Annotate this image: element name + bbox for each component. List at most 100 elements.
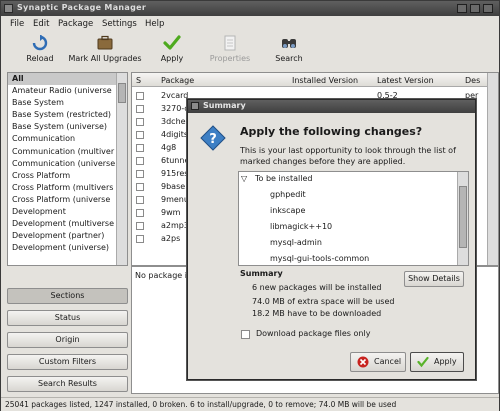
sections-button[interactable]: Sections <box>7 288 128 304</box>
checkmark-icon <box>163 35 181 50</box>
download-only-checkbox[interactable] <box>241 330 250 339</box>
mark-all-upgrades-label: Mark All Upgrades <box>68 54 142 63</box>
package-checkbox[interactable] <box>136 170 144 178</box>
column-installed-version[interactable]: Installed Version <box>292 76 358 85</box>
list-item: mysql-gui-tools-common <box>270 254 370 263</box>
cancel-button[interactable]: Cancel <box>350 352 406 372</box>
package-name: a2mp3 <box>161 221 189 230</box>
package-name: 2vcard <box>161 91 189 100</box>
group-label: To be installed <box>255 174 313 183</box>
summary-dialog: Summary ? Apply the following changes? T… <box>187 99 476 380</box>
dialog-apply-label: Apply <box>434 357 457 366</box>
svg-text:?: ? <box>209 132 217 147</box>
dialog-body: This is your last opportunity to look th… <box>240 146 456 166</box>
list-item: libmagick++10 <box>270 222 333 231</box>
search-button[interactable]: Search <box>272 35 306 63</box>
category-item[interactable]: Communication (multiver <box>8 146 127 158</box>
properties-icon <box>224 35 236 51</box>
dialog-menu-icon[interactable] <box>191 102 199 110</box>
column-status[interactable]: S <box>136 76 141 85</box>
cancel-icon <box>357 356 369 368</box>
category-list: All Amateur Radio (universe Base System … <box>7 72 128 266</box>
category-item[interactable]: Development (universe) <box>8 242 127 254</box>
package-name: 9wm <box>161 208 181 217</box>
cancel-label: Cancel <box>374 357 402 366</box>
summary-line: 18.2 MB have to be downloaded <box>252 309 382 318</box>
category-item[interactable]: Development <box>8 206 127 218</box>
package-checkbox[interactable] <box>136 235 144 243</box>
window-title: Synaptic Package Manager <box>17 3 147 12</box>
column-description[interactable]: Des <box>465 76 480 85</box>
status-bar: 25041 packages listed, 1247 installed, 0… <box>1 397 499 411</box>
package-name: 9menu <box>161 195 189 204</box>
dialog-heading: Apply the following changes? <box>240 125 423 138</box>
category-item[interactable]: Cross Platform (multivers <box>8 182 127 194</box>
changes-scrollbar[interactable] <box>457 172 468 265</box>
category-item[interactable]: Base System (restricted) <box>8 109 127 121</box>
custom-filters-button[interactable]: Custom Filters <box>7 354 128 370</box>
dialog-title-bar: Summary <box>188 100 475 113</box>
package-list-scrollbar[interactable] <box>487 73 498 265</box>
list-item: mysql-admin <box>270 238 322 247</box>
expander-arrow-icon: ▽ <box>241 174 248 183</box>
category-item[interactable]: Base System <box>8 97 127 109</box>
package-checkbox[interactable] <box>136 196 144 204</box>
apply-button[interactable]: Apply <box>156 35 188 63</box>
menu-settings[interactable]: Settings <box>102 19 137 29</box>
package-checkbox[interactable] <box>136 92 144 100</box>
origin-button[interactable]: Origin <box>7 332 128 348</box>
category-item[interactable]: Communication (universe <box>8 158 127 170</box>
category-item[interactable]: Base System (universe) <box>8 121 127 133</box>
scrollbar-thumb[interactable] <box>459 186 467 248</box>
maximize-button[interactable] <box>470 4 480 13</box>
category-item[interactable]: All <box>8 73 127 86</box>
apply-label: Apply <box>160 54 184 63</box>
question-icon: ? <box>200 125 226 151</box>
dialog-apply-button[interactable]: Apply <box>410 352 464 372</box>
column-package[interactable]: Package <box>161 76 194 85</box>
package-checkbox[interactable] <box>136 157 144 165</box>
reload-label: Reload <box>26 54 54 63</box>
package-name: a2ps <box>161 234 181 243</box>
window-menu-icon[interactable] <box>4 4 13 13</box>
download-only-label[interactable]: Download package files only <box>256 329 370 338</box>
properties-button[interactable]: Properties <box>207 35 253 63</box>
show-details-button[interactable]: Show Details <box>404 271 464 287</box>
category-scrollbar[interactable] <box>116 73 127 265</box>
package-checkbox[interactable] <box>136 105 144 113</box>
mark-all-upgrades-button[interactable]: Mark All Upgrades <box>65 35 145 63</box>
menu-edit[interactable]: Edit <box>33 19 49 29</box>
minimize-button[interactable] <box>457 4 467 13</box>
package-checkbox[interactable] <box>136 118 144 126</box>
menu-bar: File Edit Package Settings Help <box>1 16 499 32</box>
title-bar: Synaptic Package Manager <box>1 1 499 16</box>
package-checkbox[interactable] <box>136 222 144 230</box>
package-list-header: S Package Installed Version Latest Versi… <box>132 73 498 87</box>
menu-file[interactable]: File <box>10 19 24 29</box>
menu-help[interactable]: Help <box>145 19 164 29</box>
category-item[interactable]: Cross Platform (universe <box>8 194 127 206</box>
category-item[interactable]: Development (partner) <box>8 230 127 242</box>
package-checkbox[interactable] <box>136 131 144 139</box>
package-checkbox[interactable] <box>136 183 144 191</box>
column-latest-version[interactable]: Latest Version <box>377 76 434 85</box>
toolbar: Reload Mark All Upgrades Apply Propertie… <box>1 32 499 72</box>
package-checkbox[interactable] <box>136 144 144 152</box>
category-item[interactable]: Development (multiverse <box>8 218 127 230</box>
close-window-button[interactable] <box>483 4 493 13</box>
reload-icon <box>32 35 48 51</box>
status-text: 25041 packages listed, 1247 installed, 0… <box>5 400 397 409</box>
checkmark-icon <box>417 356 429 368</box>
search-results-button[interactable]: Search Results <box>7 376 128 392</box>
package-name: 3270-c <box>161 104 189 113</box>
menu-package[interactable]: Package <box>58 19 93 29</box>
reload-button[interactable]: Reload <box>23 35 57 63</box>
status-button[interactable]: Status <box>7 310 128 326</box>
category-item[interactable]: Cross Platform <box>8 170 127 182</box>
category-item[interactable]: Communication <box>8 133 127 145</box>
package-info-text: No package i <box>135 271 187 280</box>
changes-list: ▽ To be installed gphpedit inkscape libm… <box>238 171 469 266</box>
package-checkbox[interactable] <box>136 209 144 217</box>
category-item[interactable]: Amateur Radio (universe <box>8 85 127 97</box>
scrollbar-thumb[interactable] <box>118 83 126 103</box>
